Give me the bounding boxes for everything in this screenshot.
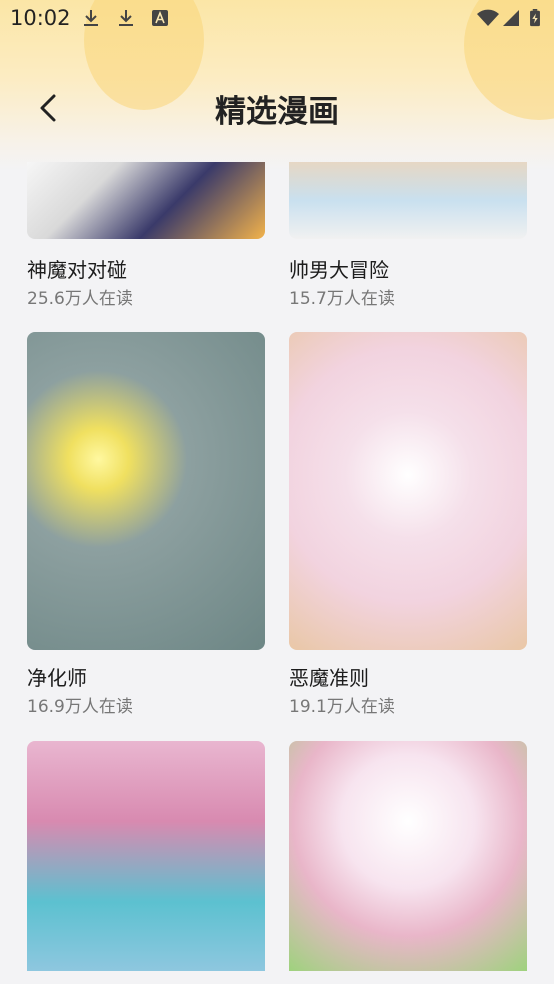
download-icon — [119, 10, 133, 26]
comic-read-count: 16.9万人在读 — [27, 697, 133, 717]
comic-cover[interactable] — [27, 162, 265, 239]
comic-title[interactable]: 恶魔准则 — [289, 662, 369, 691]
comic-cover[interactable] — [289, 162, 527, 239]
comic-read-count: 15.7万人在读 — [289, 289, 395, 309]
comic-cover[interactable] — [289, 332, 527, 650]
download-icon — [84, 10, 98, 26]
comic-grid[interactable]: 神魔对对碰 25.6万人在读 帅男大冒险 15.7万人在读 净化师 16.9万人… — [0, 162, 554, 984]
comic-title[interactable]: 神魔对对碰 — [27, 254, 127, 283]
comic-read-count: 19.1万人在读 — [289, 697, 395, 717]
signal-icon — [503, 10, 519, 26]
comic-title[interactable]: 帅男大冒险 — [289, 254, 389, 283]
comic-cover[interactable] — [27, 332, 265, 650]
comic-read-count: 25.6万人在读 — [27, 289, 133, 309]
wifi-icon — [477, 9, 499, 26]
text-a-icon — [152, 10, 168, 26]
comic-cover[interactable] — [289, 741, 527, 971]
page-title: 精选漫画 — [215, 94, 339, 130]
status-time: 10:02 — [10, 6, 71, 30]
battery-charging-icon — [530, 9, 540, 27]
comic-title[interactable]: 净化师 — [27, 662, 87, 691]
comic-cover[interactable] — [27, 741, 265, 971]
status-bar: 10:02 — [0, 0, 554, 38]
